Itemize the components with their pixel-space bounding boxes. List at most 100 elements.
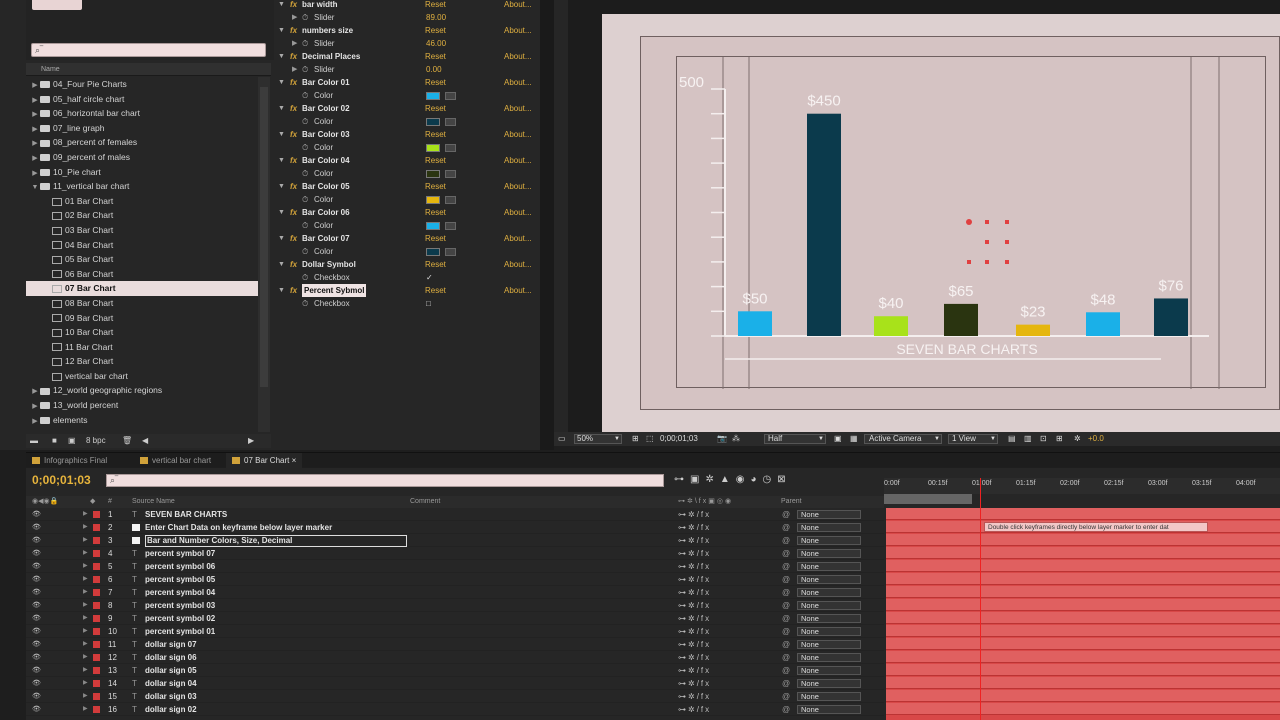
- layer-duration-bar[interactable]: [886, 508, 1280, 520]
- layer-name[interactable]: SEVEN BAR CHARTS: [145, 508, 227, 521]
- chevron-right-icon[interactable]: ▶: [83, 586, 88, 599]
- interpret-footage-icon[interactable]: ▬: [30, 434, 38, 448]
- layer-row[interactable]: 👁 ▶ 12 Tdollar sign 06 ⊶✲/fx @ None: [26, 651, 884, 664]
- stopwatch-icon[interactable]: ⏱: [302, 219, 308, 232]
- chevron-right-icon[interactable]: ▶: [292, 11, 297, 24]
- chevron-right-icon[interactable]: ▶: [83, 573, 88, 586]
- new-folder-icon[interactable]: ■: [52, 434, 57, 448]
- layer-duration-bar[interactable]: [886, 651, 1280, 663]
- exposure-icon[interactable]: ✲: [1074, 432, 1081, 446]
- chevron-right-icon[interactable]: ▶: [83, 677, 88, 690]
- effect-name[interactable]: Bar Color 07: [302, 232, 350, 245]
- parent-select[interactable]: None: [797, 601, 861, 610]
- color-swatch[interactable]: [426, 222, 440, 230]
- layer-row[interactable]: 👁 ▶ 4 Tpercent symbol 07 ⊶✲/fx @ None: [26, 547, 884, 560]
- eye-icon[interactable]: 👁: [32, 599, 41, 612]
- layer-switches[interactable]: ⊶✲/fx: [678, 651, 711, 664]
- pickwhip-icon[interactable]: @: [782, 534, 790, 547]
- layer-row[interactable]: 👁 ▶ 9 Tpercent symbol 02 ⊶✲/fx @ None: [26, 612, 884, 625]
- stopwatch-icon[interactable]: ⏱: [302, 245, 308, 258]
- parent-select[interactable]: None: [797, 523, 861, 532]
- tab-07-bar-chart[interactable]: 07 Bar Chart ×: [226, 453, 303, 468]
- layer-name[interactable]: percent symbol 07: [145, 547, 215, 560]
- effect-name[interactable]: Bar Color 01: [302, 76, 350, 89]
- chevron-right-icon[interactable]: ▶: [292, 63, 297, 76]
- chevron-down-icon[interactable]: ▼: [278, 50, 285, 63]
- project-item[interactable]: 01 Bar Chart: [26, 194, 258, 209]
- chevron-down-icon[interactable]: ▼: [278, 154, 285, 167]
- parent-select[interactable]: None: [797, 679, 861, 688]
- pickwhip-icon[interactable]: @: [782, 690, 790, 703]
- layer-row[interactable]: 👁 ▶ 15 Tdollar sign 03 ⊶✲/fx @ None: [26, 690, 884, 703]
- reset-link[interactable]: Reset: [425, 102, 446, 115]
- chevron-down-icon[interactable]: ▼: [278, 0, 285, 11]
- color-swatch[interactable]: [426, 248, 440, 256]
- effect-name[interactable]: Bar Color 02: [302, 102, 350, 115]
- layer-name[interactable]: dollar sign 07: [145, 638, 197, 651]
- chevron-down-icon[interactable]: ▼: [278, 180, 285, 193]
- layer-duration-bar[interactable]: [886, 625, 1280, 637]
- about-link[interactable]: About...: [504, 128, 532, 141]
- project-item[interactable]: ▶ elements: [26, 413, 258, 428]
- layer-name[interactable]: dollar sign 05: [145, 664, 197, 677]
- about-link[interactable]: About...: [504, 258, 532, 271]
- layer-duration-bar[interactable]: [886, 547, 1280, 559]
- project-item[interactable]: 10 Bar Chart: [26, 325, 258, 340]
- label-color-swatch[interactable]: [93, 589, 100, 596]
- label-color-swatch[interactable]: [93, 693, 100, 700]
- fx-icon[interactable]: fx: [290, 154, 297, 167]
- layer-switches[interactable]: ⊶✲/fx: [678, 625, 711, 638]
- layer-switches[interactable]: ⊶✲/fx: [678, 547, 711, 560]
- project-item[interactable]: 11 Bar Chart: [26, 340, 258, 355]
- reset-link[interactable]: Reset: [425, 258, 446, 271]
- layer-switches[interactable]: ⊶✲/fx: [678, 703, 711, 716]
- label-color-swatch[interactable]: [93, 641, 100, 648]
- effect-name[interactable]: Decimal Places: [302, 50, 360, 63]
- roi-icon[interactable]: ▣: [834, 432, 842, 446]
- color-swatch[interactable]: [426, 144, 440, 152]
- pickwhip-icon[interactable]: @: [782, 573, 790, 586]
- layer-switches[interactable]: ⊶✲/fx: [678, 664, 711, 677]
- project-item[interactable]: 07 Bar Chart: [26, 281, 258, 296]
- close-icon[interactable]: ×: [292, 456, 297, 465]
- about-link[interactable]: About...: [504, 24, 532, 37]
- color-swatch[interactable]: [426, 118, 440, 126]
- project-scrollbar[interactable]: [258, 77, 270, 432]
- layer-duration-bar[interactable]: [886, 560, 1280, 572]
- project-item[interactable]: 03 Bar Chart: [26, 223, 258, 238]
- eye-icon[interactable]: 👁: [32, 573, 41, 586]
- fast-previews-icon[interactable]: ▥: [1024, 432, 1032, 446]
- eyedropper-icon[interactable]: [445, 118, 456, 126]
- effect-name[interactable]: Bar Color 06: [302, 206, 350, 219]
- reset-link[interactable]: Reset: [425, 284, 446, 297]
- parent-select[interactable]: None: [797, 666, 861, 675]
- pickwhip-icon[interactable]: @: [782, 651, 790, 664]
- effect-name[interactable]: bar width: [302, 0, 338, 11]
- label-icon[interactable]: ◆: [90, 496, 95, 508]
- timeline-icon[interactable]: ⊡: [1040, 432, 1047, 446]
- transparency-grid-icon[interactable]: ▦: [850, 432, 858, 446]
- region-icon[interactable]: ⬚: [646, 432, 654, 446]
- layer-duration-bar[interactable]: [886, 638, 1280, 650]
- color-channels-icon[interactable]: ⁂: [732, 432, 740, 446]
- chevron-right-icon[interactable]: ▶: [83, 534, 88, 547]
- layer-row[interactable]: 👁 ▶ 14 Tdollar sign 04 ⊶✲/fx @ None: [26, 677, 884, 690]
- project-item[interactable]: ▶ 08_percent of females: [26, 135, 258, 150]
- layer-row[interactable]: 👁 ▶ 7 Tpercent symbol 04 ⊶✲/fx @ None: [26, 586, 884, 599]
- checkbox[interactable]: □: [426, 297, 431, 310]
- fx-icon[interactable]: fx: [290, 128, 297, 141]
- layer-name[interactable]: percent symbol 03: [145, 599, 215, 612]
- stopwatch-icon[interactable]: ⏱: [302, 141, 308, 154]
- chevron-down-icon[interactable]: ▼: [278, 232, 285, 245]
- about-link[interactable]: About...: [504, 0, 532, 11]
- fx-icon[interactable]: fx: [290, 258, 297, 271]
- layer-name[interactable]: percent symbol 01: [145, 625, 215, 638]
- parent-select[interactable]: None: [797, 549, 861, 558]
- label-color-swatch[interactable]: [93, 615, 100, 622]
- layer-row[interactable]: 👁 ▶ 5 Tpercent symbol 06 ⊶✲/fx @ None: [26, 560, 884, 573]
- chevron-down-icon[interactable]: ▼: [278, 206, 285, 219]
- effect-name[interactable]: Percent Sybmol: [302, 284, 367, 297]
- about-link[interactable]: About...: [504, 76, 532, 89]
- eyedropper-icon[interactable]: [445, 92, 456, 100]
- reset-link[interactable]: Reset: [425, 76, 446, 89]
